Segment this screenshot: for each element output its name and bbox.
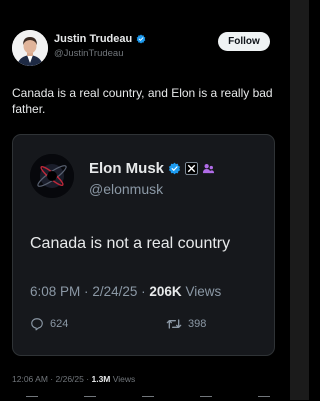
- verified-badge-icon: [136, 34, 146, 44]
- quoted-author-handle[interactable]: @elonmusk: [89, 181, 163, 197]
- separator: ·: [84, 284, 89, 299]
- quoted-name-row: Elon Musk: [89, 160, 215, 177]
- separator: ·: [141, 284, 146, 299]
- action-bar: [0, 396, 290, 400]
- author-avatar[interactable]: [12, 30, 48, 66]
- people-icon: [202, 164, 215, 174]
- quoted-views-count: 206K: [149, 284, 182, 299]
- author-name-row: Justin Trudeau: [54, 33, 146, 45]
- separator: ·: [50, 374, 54, 384]
- quoted-tweet-meta: 6:08 PM · 2/24/25 · 206K Views: [30, 284, 221, 299]
- scrollbar-gutter: [290, 0, 309, 400]
- tweet-views-count: 1.3M: [91, 374, 111, 384]
- tweet-time[interactable]: 12:06 AM: [12, 374, 48, 384]
- bookmark-icon[interactable]: [200, 396, 212, 401]
- quoted-reply-count: 624: [50, 318, 69, 330]
- quoted-views-label: Views: [185, 284, 222, 299]
- quoted-tweet-text: Canada is not a real country: [30, 235, 231, 252]
- follow-button[interactable]: Follow: [218, 32, 270, 51]
- repost-icon[interactable]: [84, 396, 96, 401]
- author-handle[interactable]: @JustinTrudeau: [54, 48, 124, 59]
- tweet: Justin Trudeau @JustinTrudeau Follow Can…: [0, 0, 290, 400]
- author-name[interactable]: Justin Trudeau: [54, 33, 132, 45]
- repost-icon: [166, 319, 182, 329]
- x-affiliate-icon: [185, 162, 199, 175]
- like-icon[interactable]: [142, 396, 154, 401]
- verified-badge-icon: [168, 162, 181, 175]
- quoted-repost-button[interactable]: 398: [166, 317, 206, 331]
- tweet-meta: 12:06 AM · 2/26/25 · 1.3M Views: [12, 374, 135, 384]
- reply-icon[interactable]: [26, 396, 38, 401]
- tweet-date[interactable]: 2/26/25: [56, 374, 84, 384]
- reply-icon: [31, 318, 43, 331]
- tweet-text: Canada is a real country, and Elon is a …: [12, 86, 273, 116]
- quoted-reply-button[interactable]: 624: [30, 317, 68, 331]
- quoted-time[interactable]: 6:08 PM: [30, 284, 80, 299]
- quoted-author-avatar[interactable]: [30, 154, 74, 198]
- separator: ·: [86, 374, 90, 384]
- share-icon[interactable]: [258, 396, 270, 401]
- quoted-author-name[interactable]: Elon Musk: [89, 160, 164, 177]
- tweet-views-label: Views: [112, 374, 136, 384]
- quoted-tweet-card[interactable]: Elon Musk @elonmusk Canada is not a real…: [12, 134, 275, 356]
- quoted-repost-count: 398: [188, 318, 207, 330]
- quoted-date[interactable]: 2/24/25: [92, 284, 137, 299]
